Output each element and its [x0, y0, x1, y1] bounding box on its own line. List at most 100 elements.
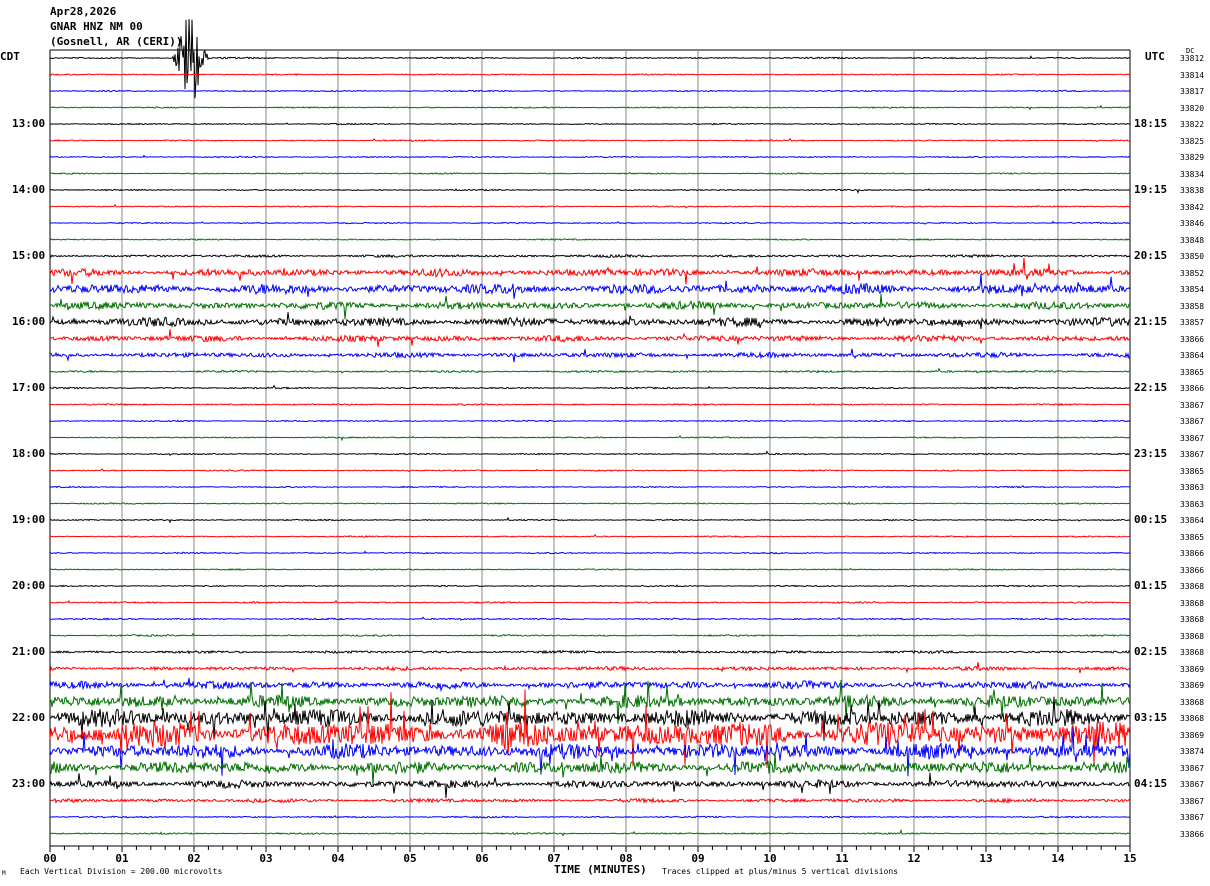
x-tick-label: 11	[835, 852, 849, 865]
dc-offset-value: 33864	[1180, 351, 1205, 360]
cdt-time-label: 23:00	[12, 777, 46, 790]
seismic-trace-row-38	[49, 677, 1131, 693]
cdt-time-label: 17:00	[12, 381, 46, 394]
cdt-time-label: 21:00	[12, 645, 46, 658]
utc-time-label: 23:15	[1134, 447, 1168, 460]
dc-offset-value: 33868	[1180, 697, 1205, 707]
x-tick-label: 12	[907, 852, 921, 865]
seismic-trace-row-10	[49, 220, 1131, 225]
seismic-trace-row-11	[49, 238, 1131, 241]
dc-offset-value: 33846	[1180, 219, 1205, 228]
seismic-trace-row-25	[50, 468, 1131, 473]
seismic-trace-row-20	[49, 384, 1131, 390]
dc-offset-value: 33817	[1180, 87, 1205, 96]
dc-offset-value: 33812	[1180, 54, 1205, 63]
seismic-trace-row-27	[49, 501, 1130, 505]
dc-offset-value: 33866	[1180, 384, 1205, 393]
dc-offset-value: 33866	[1180, 549, 1205, 558]
seismic-trace-row-32	[49, 584, 1131, 588]
seismic-trace-row-9	[49, 203, 1131, 209]
dc-offset-value: 33820	[1180, 103, 1205, 113]
corner-mark: M	[2, 870, 6, 877]
dc-offset-value: 33822	[1180, 120, 1205, 129]
seismic-trace-row-33	[49, 599, 1131, 604]
seismic-trace-row-30	[49, 550, 1131, 555]
seismic-trace-row-19	[49, 367, 1130, 374]
clip-note: Traces clipped at plus/minus 5 vertical …	[662, 867, 899, 876]
x-tick-label: 02	[187, 852, 201, 865]
dc-offset-value: 33850	[1180, 252, 1205, 261]
dc-offset-value: 33854	[1180, 285, 1205, 294]
dc-offset-value: 33867	[1180, 813, 1205, 822]
utc-time-label: 01:15	[1134, 579, 1168, 592]
seismic-trace-row-17	[50, 329, 1131, 348]
seismic-trace-row-45	[49, 796, 1131, 805]
dc-offset-value: 33863	[1180, 483, 1205, 492]
dc-offset-value: 33866	[1180, 829, 1205, 839]
seismic-trace-row-34	[49, 616, 1131, 621]
x-tick-label: 13	[979, 852, 993, 865]
utc-time-label: 19:15	[1134, 183, 1168, 196]
x-tick-label: 09	[691, 852, 705, 865]
dc-offset-value: 33869	[1180, 664, 1205, 674]
scale-note: Each Vertical Division = 200.00 microvol…	[20, 867, 223, 876]
dc-offset-value: 33874	[1180, 747, 1205, 756]
seismic-trace-row-8	[49, 188, 1131, 194]
cdt-time-label: 18:00	[12, 447, 46, 460]
seismic-trace-row-18	[49, 348, 1131, 363]
dc-offset-value: 33868	[1180, 714, 1205, 723]
dc-offset-value: 33868	[1180, 615, 1205, 624]
x-tick-label: 15	[1123, 852, 1137, 865]
seismic-trace-row-14	[49, 274, 1131, 299]
dc-offset-value: 33829	[1180, 153, 1205, 162]
dc-offset-value: 33865	[1180, 532, 1205, 542]
x-tick-label: 10	[763, 852, 777, 865]
dc-offset-value: 33825	[1180, 136, 1205, 146]
x-axis-title: TIME (MINUTES)	[554, 863, 647, 876]
dc-offset-value: 33842	[1180, 202, 1205, 212]
x-tick-label: 00	[43, 852, 57, 865]
dc-offset-value: 33852	[1180, 268, 1205, 278]
dc-offset-value: 33866	[1180, 565, 1205, 575]
dc-offset-value: 33866	[1180, 334, 1205, 344]
cdt-time-label: 13:00	[12, 117, 46, 130]
dc-offset-value: 33863	[1180, 499, 1205, 509]
seismic-trace-row-46	[49, 815, 1131, 819]
seismic-trace-row-3	[49, 104, 1130, 111]
seismic-trace-row-1	[49, 73, 1131, 76]
dc-offset-value: 33814	[1180, 70, 1205, 80]
dc-offset-value: 33867	[1180, 433, 1205, 443]
dc-offset-value: 33867	[1180, 400, 1205, 410]
seismic-trace-row-12	[49, 253, 1131, 259]
utc-time-label: 04:15	[1134, 777, 1168, 790]
dc-offset-value: 33868	[1180, 648, 1205, 657]
seismic-trace-row-16	[49, 312, 1131, 329]
seismic-trace-row-23	[50, 434, 1131, 442]
seismic-trace-row-6	[49, 154, 1131, 159]
utc-time-label: 22:15	[1134, 381, 1168, 394]
helicorder-plot	[49, 18, 1131, 852]
utc-time-label: 03:15	[1134, 711, 1168, 724]
cdt-time-label: 20:00	[12, 579, 46, 592]
seismic-trace-row-2	[49, 89, 1131, 93]
dc-offset-value: 33867	[1180, 417, 1205, 426]
dc-offset-value: 33865	[1180, 367, 1205, 377]
dc-offset-value: 33868	[1180, 631, 1205, 641]
seismic-trace-row-15	[49, 294, 1131, 320]
seismic-trace-row-22	[49, 419, 1131, 423]
utc-time-label: 20:15	[1134, 249, 1168, 262]
utc-time-label: 00:15	[1134, 513, 1168, 526]
seismic-trace-row-5	[49, 137, 1130, 143]
seismic-trace-row-44	[49, 772, 1131, 799]
seismic-trace-row-37	[49, 662, 1131, 674]
x-tick-label: 01	[115, 852, 129, 865]
seismic-trace-row-7	[50, 172, 1131, 175]
seismic-trace-row-21	[49, 402, 1131, 407]
seismic-trace-row-28	[49, 516, 1131, 524]
seismic-trace-row-0	[49, 18, 1130, 99]
seismic-trace-row-31	[49, 568, 1131, 571]
dc-offset-value: 33848	[1180, 235, 1205, 245]
seismic-trace-row-26	[49, 485, 1131, 489]
dc-offset-value: 33868	[1180, 598, 1205, 608]
seismic-trace-row-4	[49, 122, 1131, 126]
